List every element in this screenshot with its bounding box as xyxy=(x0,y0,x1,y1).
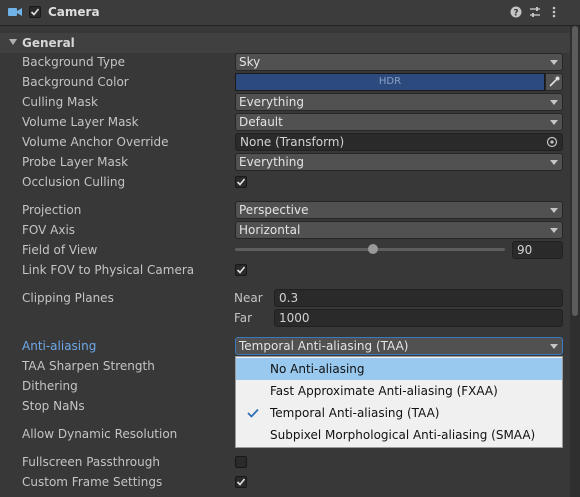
more-icon[interactable] xyxy=(547,5,561,19)
anti-aliasing-menu: No Anti-aliasing Fast Approximate Anti-a… xyxy=(235,356,563,448)
background-type-value: Sky xyxy=(239,55,261,69)
dithering-label: Dithering xyxy=(22,379,78,393)
chevron-down-icon xyxy=(550,120,558,125)
svg-text:?: ? xyxy=(513,9,518,19)
link-fov-checkbox[interactable] xyxy=(235,264,247,276)
fov-axis-dropdown[interactable]: Horizontal xyxy=(235,221,563,239)
taa-sharpen-label: TAA Sharpen Strength xyxy=(22,359,155,373)
component-header: Camera ? xyxy=(0,0,580,26)
chevron-down-icon xyxy=(550,60,558,65)
occlusion-culling-checkbox[interactable] xyxy=(235,176,247,188)
field-of-view-input[interactable]: 90 xyxy=(512,241,563,259)
menu-item-label: Subpixel Morphological Anti-aliasing (SM… xyxy=(270,428,536,442)
near-clip-input[interactable]: 0.3 xyxy=(274,289,563,307)
stop-nans-label: Stop NaNs xyxy=(22,399,85,413)
field-of-view-label: Field of View xyxy=(22,243,98,257)
section-title: General xyxy=(22,36,75,50)
preset-icon[interactable] xyxy=(528,5,542,19)
allow-dynamic-resolution-label: Allow Dynamic Resolution xyxy=(22,427,178,441)
eyedropper-icon xyxy=(549,76,560,87)
background-color-label: Background Color xyxy=(22,75,129,89)
help-icon[interactable]: ? xyxy=(509,5,523,19)
projection-value: Perspective xyxy=(239,203,309,217)
field-of-view-value: 90 xyxy=(517,243,533,257)
background-type-dropdown[interactable]: Sky xyxy=(235,53,563,71)
custom-frame-settings-label: Custom Frame Settings xyxy=(22,475,163,489)
object-picker-icon[interactable] xyxy=(546,136,558,148)
probe-layer-mask-dropdown[interactable]: Everything xyxy=(235,153,563,171)
near-label: Near xyxy=(234,291,263,305)
projection-label: Projection xyxy=(22,203,82,217)
camera-icon xyxy=(8,8,22,16)
volume-anchor-override-field[interactable]: None (Transform) xyxy=(235,133,563,151)
general-section-foldout[interactable]: General xyxy=(0,33,570,53)
background-color-field[interactable]: HDR xyxy=(235,73,545,91)
culling-mask-label: Culling Mask xyxy=(22,95,98,109)
inspector-scrollbar[interactable] xyxy=(570,26,580,497)
menu-item-label: Fast Approximate Anti-aliasing (FXAA) xyxy=(270,384,498,398)
probe-layer-mask-value: Everything xyxy=(239,155,304,169)
eyedropper-button[interactable] xyxy=(545,73,563,91)
chevron-down-icon xyxy=(550,160,558,165)
probe-layer-mask-label: Probe Layer Mask xyxy=(22,155,129,169)
volume-layer-mask-dropdown[interactable]: Default xyxy=(235,113,563,131)
volume-layer-mask-value: Default xyxy=(239,115,283,129)
component-title: Camera xyxy=(48,5,100,19)
link-fov-label: Link FOV to Physical Camera xyxy=(22,263,195,277)
clipping-planes-label: Clipping Planes xyxy=(22,291,114,305)
chevron-down-icon xyxy=(550,208,558,213)
component-enabled-checkbox[interactable] xyxy=(29,6,41,18)
far-clip-input[interactable]: 1000 xyxy=(274,309,563,327)
volume-anchor-override-label: Volume Anchor Override xyxy=(22,135,169,149)
anti-aliasing-label: Anti-aliasing xyxy=(22,339,97,353)
anti-aliasing-dropdown[interactable]: Temporal Anti-aliasing (TAA) xyxy=(235,337,563,355)
anti-aliasing-value: Temporal Anti-aliasing (TAA) xyxy=(239,339,409,353)
occlusion-culling-label: Occlusion Culling xyxy=(22,175,126,189)
menu-item-smaa[interactable]: Subpixel Morphological Anti-aliasing (SM… xyxy=(236,424,562,446)
culling-mask-dropdown[interactable]: Everything xyxy=(235,93,563,111)
menu-item-no-aa[interactable]: No Anti-aliasing xyxy=(236,358,562,380)
custom-frame-settings-checkbox[interactable] xyxy=(235,476,247,488)
chevron-down-icon xyxy=(550,100,558,105)
chevron-down-icon xyxy=(550,344,558,349)
field-of-view-slider-handle[interactable] xyxy=(368,244,378,254)
menu-item-label: No Anti-aliasing xyxy=(270,362,365,376)
menu-item-fxaa[interactable]: Fast Approximate Anti-aliasing (FXAA) xyxy=(236,380,562,402)
hdr-tag: HDR xyxy=(378,76,402,87)
background-type-label: Background Type xyxy=(22,55,125,69)
culling-mask-value: Everything xyxy=(239,95,304,109)
fov-axis-label: FOV Axis xyxy=(22,223,76,237)
far-clip-value: 1000 xyxy=(279,311,310,325)
volume-anchor-override-value: None (Transform) xyxy=(240,135,345,149)
checkmark-icon xyxy=(236,178,246,186)
chevron-down-icon xyxy=(9,39,17,45)
fullscreen-passthrough-label: Fullscreen Passthrough xyxy=(22,455,160,469)
projection-dropdown[interactable]: Perspective xyxy=(235,201,563,219)
fullscreen-passthrough-checkbox[interactable] xyxy=(235,456,247,468)
fov-axis-value: Horizontal xyxy=(239,223,301,237)
near-clip-value: 0.3 xyxy=(279,291,299,305)
chevron-down-icon xyxy=(550,228,558,233)
checkmark-icon xyxy=(247,408,259,418)
menu-item-taa[interactable]: Temporal Anti-aliasing (TAA) xyxy=(236,402,562,424)
checkmark-icon xyxy=(236,478,246,486)
menu-item-label: Temporal Anti-aliasing (TAA) xyxy=(270,406,440,420)
scrollbar-thumb[interactable] xyxy=(572,26,578,316)
checkmark-icon xyxy=(236,266,246,274)
far-label: Far xyxy=(234,311,253,325)
volume-layer-mask-label: Volume Layer Mask xyxy=(22,115,139,129)
